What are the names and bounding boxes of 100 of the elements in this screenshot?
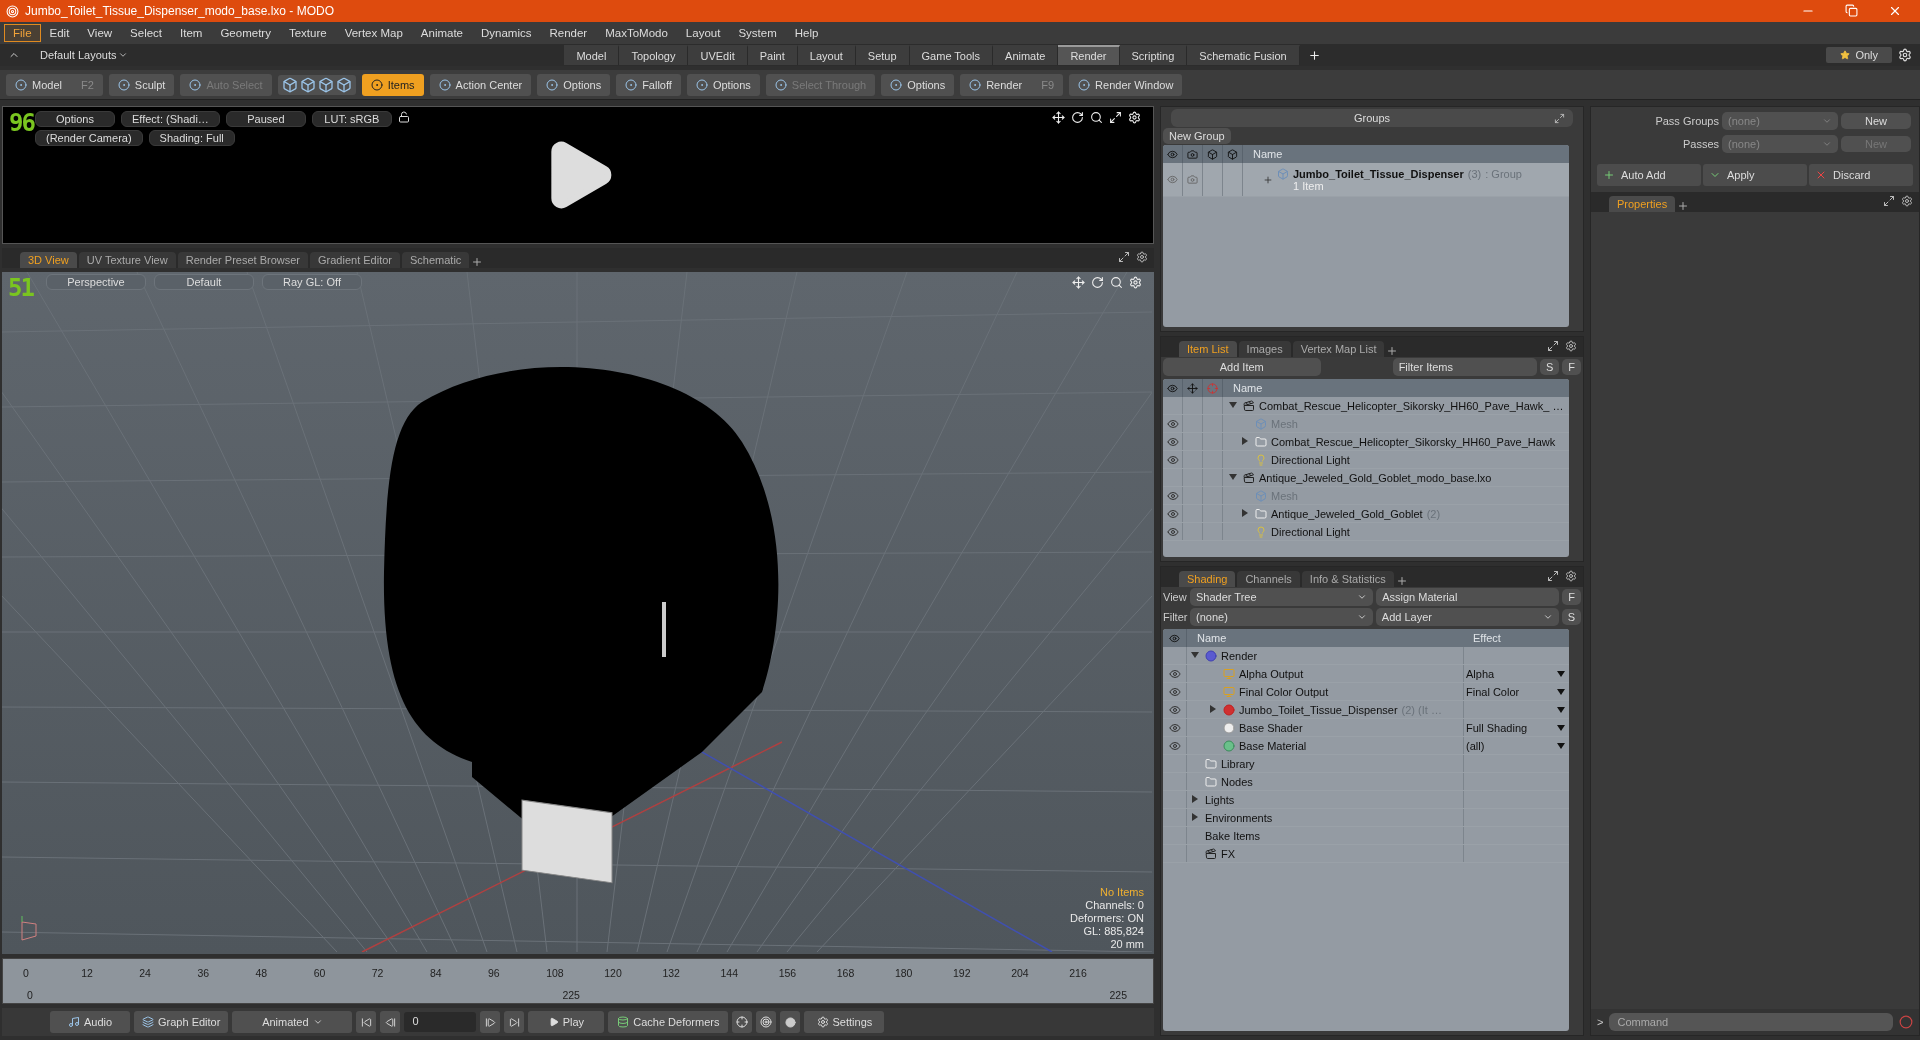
cube-icon[interactable] (281, 76, 298, 93)
render-option-button[interactable]: Options (35, 111, 115, 127)
new-button[interactable]: New (1841, 113, 1911, 129)
panel-tab[interactable]: Schematic (402, 252, 470, 268)
pass-action-button[interactable]: Auto Add (1597, 164, 1701, 186)
cube-icon[interactable] (317, 76, 334, 93)
play-button[interactable]: Play (528, 1011, 605, 1033)
last-frame-button[interactable] (504, 1011, 525, 1033)
settings-icon[interactable] (1565, 570, 1577, 582)
shader-row[interactable]: Environments (1163, 809, 1569, 827)
shader-row[interactable]: Alpha Output Alpha (1163, 665, 1569, 683)
menu-item[interactable]: File (4, 24, 41, 42)
menu-item[interactable]: System (729, 24, 786, 42)
panel-tab[interactable]: Images (1238, 341, 1291, 357)
menu-item[interactable]: Edit (40, 24, 79, 42)
key-tool-button[interactable] (732, 1011, 753, 1033)
toolbar-button[interactable]: Action Center (429, 73, 532, 96)
maximize-icon[interactable] (1547, 340, 1559, 352)
eye-icon[interactable] (1166, 489, 1179, 502)
menu-item[interactable]: View (78, 24, 122, 42)
layout-tab[interactable]: Setup (855, 45, 910, 65)
menu-item[interactable]: Dynamics (472, 24, 541, 42)
record-icon[interactable] (1899, 1015, 1913, 1029)
item-row[interactable]: Antique_Jeweled_Gold_Goblet_modo_base.lxo (1163, 469, 1569, 487)
layout-tab[interactable]: Topology (619, 45, 689, 65)
item-row[interactable]: Directional Light (1163, 451, 1569, 469)
panel-tab[interactable]: 3D View (20, 252, 77, 268)
layout-tab[interactable]: Model (564, 45, 620, 65)
filter-field[interactable]: Filter Items (1392, 358, 1537, 376)
layout-tab[interactable]: Game Tools (909, 45, 994, 65)
render-option-button[interactable]: Effect: (Shadi… (121, 111, 220, 127)
shader-row[interactable]: Base Material (all) (1163, 737, 1569, 755)
layout-tab[interactable]: Render (1058, 45, 1120, 65)
maximize-icon[interactable] (1118, 251, 1130, 263)
viewport-option-button[interactable]: Ray GL: Off (262, 274, 362, 290)
audio-button[interactable]: Audio (50, 1011, 130, 1033)
dropdown-arrow-icon[interactable] (1557, 706, 1565, 713)
shader-row[interactable]: Base Shader Full Shading (1163, 719, 1569, 737)
render-option-button[interactable]: (Render Camera) (35, 130, 143, 146)
cache-deformers-button[interactable]: Cache Deformers (608, 1011, 729, 1033)
assign-material-button[interactable]: Assign Material (1376, 588, 1560, 606)
expand-icon[interactable] (1263, 174, 1273, 185)
eye-icon[interactable] (1168, 703, 1181, 716)
panel-tab[interactable]: Vertex Map List (1292, 341, 1385, 357)
expand-arrow-icon[interactable] (1191, 794, 1199, 803)
s-button[interactable]: S (1539, 359, 1560, 375)
cube-icon[interactable] (299, 76, 316, 93)
layout-tab[interactable]: Paint (747, 45, 798, 65)
graph-editor-button[interactable]: Graph Editor (134, 1011, 229, 1033)
viewport-option-button[interactable]: Perspective (46, 274, 146, 290)
toolbar-button[interactable]: Items (361, 73, 424, 96)
panel-tab[interactable]: UV Texture View (78, 252, 176, 268)
add-layer-dropdown[interactable]: Add Layer (1375, 608, 1559, 626)
toolbar-button[interactable]: Options (537, 73, 611, 96)
f-button[interactable]: F (1562, 359, 1581, 375)
settings-icon[interactable] (1901, 195, 1913, 207)
maximize-icon[interactable] (1109, 111, 1122, 124)
shader-row[interactable]: Render (1163, 647, 1569, 665)
layout-tab[interactable]: UVEdit (688, 45, 748, 65)
menu-item[interactable]: Help (785, 24, 828, 42)
rotate-icon[interactable] (1071, 111, 1084, 124)
new-group-button[interactable]: New Group (1163, 128, 1231, 144)
settings-icon[interactable] (1898, 48, 1912, 62)
menu-item[interactable]: Render (540, 24, 597, 42)
panel-tab[interactable]: Gradient Editor (310, 252, 400, 268)
toolbar-button[interactable]: Sculpt (108, 73, 175, 96)
panel-tab[interactable]: Properties (1609, 196, 1676, 212)
menu-item[interactable]: Layout (676, 24, 730, 42)
menu-item[interactable]: Geometry (211, 24, 280, 42)
menu-item[interactable]: Select (121, 24, 172, 42)
dropdown-arrow-icon[interactable] (1557, 688, 1565, 695)
eye-icon[interactable] (1168, 721, 1181, 734)
cube-icon[interactable] (335, 76, 352, 93)
viewport-option-button[interactable]: Default (154, 274, 254, 290)
f-button[interactable]: F (1562, 589, 1581, 605)
mode-dropdown[interactable]: Animated (232, 1011, 353, 1033)
settings-button[interactable]: Settings (804, 1011, 885, 1033)
only-button[interactable]: Only (1826, 47, 1892, 63)
command-field[interactable]: Command (1609, 1013, 1893, 1031)
eye-icon[interactable] (1168, 667, 1181, 680)
shader-row[interactable]: Bake Items (1163, 827, 1569, 845)
toolbar-button[interactable]: Render F9 (960, 73, 1064, 96)
toolbar-button[interactable]: Falloff (616, 73, 681, 96)
expand-arrow-icon[interactable] (1241, 508, 1249, 517)
collapse-arrow-icon[interactable] (1191, 650, 1199, 659)
key-tool-button[interactable] (756, 1011, 777, 1033)
settings-icon[interactable] (1565, 340, 1577, 352)
layout-tab[interactable]: Scripting (1119, 45, 1188, 65)
eye-icon[interactable] (1168, 685, 1181, 698)
panel-tab[interactable]: Info & Statistics (1301, 571, 1394, 587)
eye-icon[interactable] (1166, 417, 1179, 430)
dropdown-arrow-icon[interactable] (1557, 724, 1565, 731)
menu-item[interactable]: Texture (279, 24, 336, 42)
panel-tab[interactable]: Channels (1237, 571, 1300, 587)
shader-row[interactable]: Final Color Output Final Color (1163, 683, 1569, 701)
shader-row[interactable]: Lights (1163, 791, 1569, 809)
close-icon[interactable] (1888, 4, 1902, 18)
expand-arrow-icon[interactable] (1209, 704, 1217, 713)
eye-icon[interactable] (1166, 453, 1179, 466)
item-row[interactable]: Directional Light (1163, 523, 1569, 541)
